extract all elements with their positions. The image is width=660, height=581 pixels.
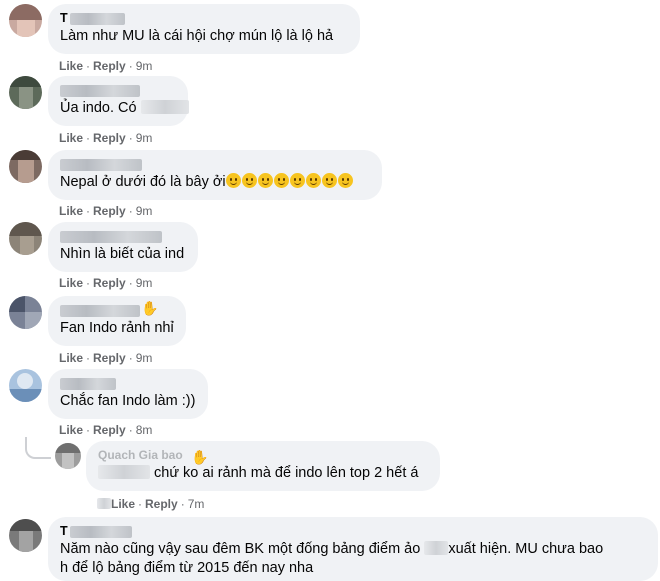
like-link[interactable]: Like (59, 351, 83, 365)
like-link[interactable]: Like (59, 131, 83, 145)
comment-bubble: Nhìn là biết của ind (48, 222, 198, 272)
comment-bubble: T Năm nào cũng vậy sau đêm BK một đống b… (48, 517, 658, 581)
comment-text: Fan Indo rảnh nhỉ (60, 320, 174, 336)
avatar[interactable] (9, 76, 42, 109)
wave-hand-icon: ✋ (191, 449, 209, 465)
like-link[interactable]: Like (59, 59, 83, 73)
comment-text-line2: h để lộ bảng điểm từ 2015 đến nay nha (60, 560, 314, 576)
comment-actions: Like · Reply · 9m (59, 276, 153, 290)
smiley-icon (225, 173, 241, 188)
emoji-row (225, 173, 354, 190)
comment-actions: Like · Reply · 9m (59, 351, 153, 365)
smiley-icon (273, 173, 289, 188)
comment-bubble: Nepal ở dưới đó là bây ởi (48, 150, 382, 200)
avatar[interactable] (9, 296, 42, 329)
reply-thread-line (25, 437, 51, 459)
comment-text: Ủa indo. Có (60, 99, 189, 118)
timestamp[interactable]: 9m (136, 131, 153, 145)
timestamp[interactable]: 7m (188, 497, 205, 511)
timestamp[interactable]: 9m (136, 204, 153, 218)
commenter-name[interactable]: T (60, 524, 646, 540)
comment-text: chứ ko ai rảnh mà để indo lên top 2 hết … (98, 464, 428, 483)
reply-link[interactable]: Reply (93, 59, 126, 73)
smiley-icon (337, 173, 353, 188)
commenter-name[interactable] (60, 83, 176, 99)
timestamp[interactable]: 9m (136, 59, 153, 73)
like-link[interactable]: Like (59, 423, 83, 437)
comment-text: Chắc fan Indo làm :)) (60, 393, 196, 409)
comment-bubble: Quach Gia bao chứ ko ai rảnh mà để indo … (86, 441, 440, 491)
comment-actions: Like · Reply · 9m (59, 204, 153, 218)
comment-text: Năm nào cũng vậy sau đêm BK một đống bản… (60, 541, 604, 557)
reply-link[interactable]: Reply (93, 204, 126, 218)
comment-text: Nhìn là biết của ind (60, 246, 185, 262)
reply-link[interactable]: Reply (93, 276, 126, 290)
comment-bubble: Chắc fan Indo làm :)) (48, 369, 208, 419)
smiley-icon (289, 173, 305, 188)
avatar[interactable] (9, 519, 42, 552)
comment-text: Làm như MU là cái hội chợ mún lộ là lộ h… (60, 28, 334, 44)
commenter-name[interactable]: Quach Gia bao (98, 448, 428, 464)
comment-bubble: Fan Indo rảnh nhỉ (48, 296, 186, 346)
wave-hand-icon: ✋ (141, 300, 159, 316)
reply-link[interactable]: Reply (93, 423, 126, 437)
comment-actions: Like · Reply · 9m (59, 131, 153, 145)
avatar[interactable] (55, 443, 81, 469)
smiley-icon (257, 173, 273, 188)
comment-actions: Like · Reply · 9m (59, 59, 153, 73)
commenter-name[interactable]: T (60, 11, 348, 27)
avatar[interactable] (9, 222, 42, 255)
timestamp[interactable]: 8m (136, 423, 153, 437)
timestamp[interactable]: 9m (136, 276, 153, 290)
like-link[interactable]: Like (59, 204, 83, 218)
smiley-icon (321, 173, 337, 188)
commenter-name[interactable] (60, 157, 370, 173)
timestamp[interactable]: 9m (136, 351, 153, 365)
comment-actions: Like · Reply · 7m (97, 497, 204, 511)
comment-bubble: T Làm như MU là cái hội chợ mún lộ là lộ… (48, 4, 360, 54)
avatar[interactable] (9, 4, 42, 37)
commenter-name[interactable] (60, 229, 186, 245)
comment-bubble: Ủa indo. Có (48, 76, 189, 126)
smiley-icon (241, 173, 257, 188)
avatar[interactable] (9, 150, 42, 183)
reply-link[interactable]: Reply (93, 131, 126, 145)
reply-link[interactable]: Reply (145, 497, 178, 511)
smiley-icon (305, 173, 321, 188)
comment-actions: Like · Reply · 8m (59, 423, 153, 437)
like-link[interactable]: Like (111, 497, 135, 511)
reply-link[interactable]: Reply (93, 351, 126, 365)
avatar[interactable] (9, 369, 42, 402)
commenter-name[interactable] (60, 376, 196, 392)
like-link[interactable]: Like (59, 276, 83, 290)
comment-text: Nepal ở dưới đó là bây ởi (60, 173, 370, 192)
